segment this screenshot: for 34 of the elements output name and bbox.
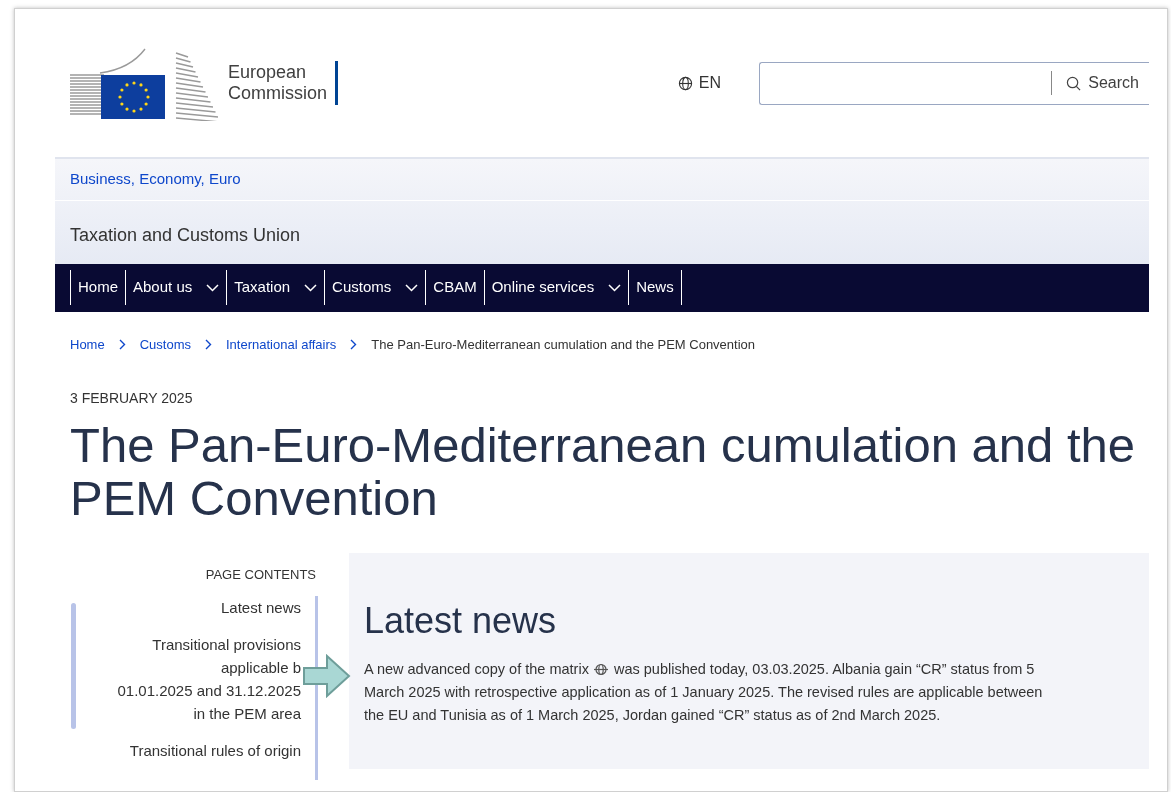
arrow-annotation — [303, 654, 351, 698]
chevron-right-icon — [350, 339, 358, 351]
matrix-link[interactable]: new advanced copy of the matrix — [376, 660, 589, 677]
language-selector[interactable]: EN — [677, 71, 721, 95]
chevron-right-icon — [205, 339, 212, 351]
contents-link[interactable]: Transitional provisions applicable b 01.01.2025 and 31.12.2025 in the PEM area — [55, 633, 301, 726]
nav-item[interactable]: News — [628, 270, 682, 305]
publication-date: 3 FEBRUARY 2025 — [70, 388, 194, 408]
site-title: Taxation and Customs Union — [55, 200, 1149, 264]
nav-item[interactable]: Customs — [324, 270, 426, 305]
logo-text: European Commission — [228, 62, 328, 104]
nav-item[interactable]: Online services — [483, 270, 629, 305]
globe-icon — [677, 75, 693, 91]
chevron-right-icon — [118, 339, 126, 351]
scrollbar[interactable] — [71, 602, 76, 729]
nav-item[interactable]: About us — [125, 270, 227, 305]
page-title: The Pan-Euro-Mediterranean cumulation and the PEM Convention — [70, 418, 1136, 525]
breadcrumb-current: The Pan-Euro-Mediterranean cumulation and the PEM Convention — [371, 335, 756, 354]
nav-item[interactable]: Home — [70, 270, 125, 305]
breadcrumb-link[interactable]: Home — [70, 334, 105, 355]
nav-item[interactable]: Taxation — [226, 270, 325, 305]
contents-link[interactable]: Transitional rules of origin — [55, 739, 301, 763]
page-contents-heading: PAGE CONTENTS — [204, 565, 317, 584]
external-link-icon — [592, 663, 610, 677]
breadcrumb-link[interactable]: Customs — [139, 334, 191, 355]
search-icon — [1066, 75, 1082, 91]
contents-link[interactable]: Latest news — [55, 596, 301, 620]
breadcrumb-link[interactable]: International affairs — [226, 334, 337, 355]
search-button[interactable]: Search — [1051, 71, 1139, 95]
site-link[interactable]: Business, Economy, Euro — [70, 168, 241, 191]
section-heading: Latest news — [364, 598, 558, 642]
nav-item[interactable]: CBAM — [425, 270, 484, 305]
search-field[interactable]: Search — [759, 61, 1149, 105]
news-paragraph: A new advanced copy of the matrix was published today, 03.03.2025. Albania gain “CR” status from 5 March 2025 with retrospective application as of 1 January 2025. The revised rules are applicable between the EU and Tunisia as of 1 March 2025, Jordan gained “CR” status as of 2nd March 2025. — [364, 659, 1044, 725]
